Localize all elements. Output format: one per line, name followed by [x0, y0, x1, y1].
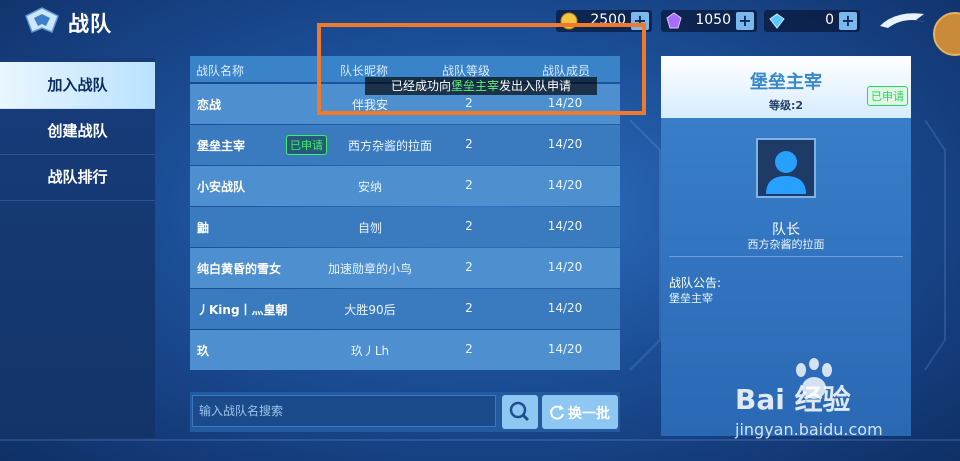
diamond-counter: 0 + [764, 10, 860, 32]
members-cell: 14/20 [547, 342, 583, 356]
team-name-cell: 鼬 [197, 221, 210, 235]
table-row[interactable]: 丿King丨灬皇朝 大胜90后 2 14/20 [190, 289, 620, 329]
page-title: 战队 [68, 12, 112, 36]
team-search-input[interactable]: 输入战队名搜索 [192, 395, 496, 427]
leader-name: 西方杂酱的拉面 [747, 238, 825, 251]
user-silhouette-icon [766, 151, 806, 194]
leader-cell: 自刎 [357, 221, 382, 235]
table-row[interactable]: 堡垒主宰 已申请 西方杂酱的拉面 2 14/20 [190, 125, 620, 165]
members-cell: 14/20 [547, 178, 583, 192]
crystal-counter: 1050 + [661, 10, 757, 32]
purple-crystal-icon [666, 12, 682, 29]
crystal-value: 1050 [695, 12, 731, 28]
members-cell: 14/20 [547, 219, 583, 233]
team-name-cell: 玖 [197, 344, 210, 358]
members-cell: 14/20 [547, 260, 583, 274]
team-name-cell: 纯白黄昏的雪女 [197, 262, 282, 276]
team-emblem-icon [25, 7, 59, 33]
diamond-value: 0 [825, 12, 834, 28]
leader-avatar [756, 138, 816, 198]
divider [669, 256, 903, 257]
level-cell: 2 [465, 219, 473, 233]
back-arrow-icon[interactable] [876, 8, 930, 32]
leader-cell: 大胜90后 [344, 303, 396, 317]
team-name-cell: 丿King丨灬皇朝 [197, 303, 288, 317]
team-name-cell: 堡垒主宰 [197, 139, 246, 153]
player-avatar[interactable] [933, 12, 960, 56]
leader-cell: 加速勋章的小鸟 [327, 262, 412, 276]
notice-label: 战队公告: [669, 276, 722, 290]
watermark-url: jingyan.baidu.com [735, 420, 883, 439]
diamond-icon [769, 13, 785, 29]
table-row[interactable]: 纯白黄昏的雪女 加速勋章的小鸟 2 14/20 [190, 248, 620, 288]
baidu-watermark: Bai 经验 jingyan.baidu.com [725, 358, 960, 461]
table-row[interactable]: 小安战队 安纳 2 14/20 [190, 166, 620, 206]
table-row[interactable]: 鼬 自刎 2 14/20 [190, 207, 620, 247]
watermark-main-text: Bai 经验 [735, 383, 851, 416]
level-cell: 2 [465, 178, 473, 192]
team-name-cell: 小安战队 [197, 180, 246, 194]
sidebar-item-join-team[interactable]: 加入战队 [0, 62, 155, 109]
leader-cell: 西方杂酱的拉面 [347, 139, 432, 153]
notice-text: 堡垒主宰 [669, 292, 713, 305]
search-bar: 输入战队名搜索 换一批 [190, 392, 620, 432]
leader-cell: 安纳 [357, 180, 382, 194]
panel-applied-badge: 已申请 [867, 86, 908, 106]
level-cell: 2 [465, 137, 473, 151]
refresh-list-button[interactable]: 换一批 [542, 395, 618, 429]
panel-header: 堡垒主宰 等级:2 已申请 [661, 56, 911, 118]
sidebar-item-team-ranking[interactable]: 战队排行 [0, 154, 155, 201]
team-name-cell: 恋战 [197, 98, 222, 112]
refresh-label: 换一批 [568, 406, 610, 422]
refresh-icon [550, 405, 564, 420]
sidebar: 加入战队 创建战队 战队排行 [0, 58, 155, 438]
column-header-team-name: 战队名称 [196, 64, 245, 78]
level-cell: 2 [465, 342, 473, 356]
sidebar-item-create-team[interactable]: 创建战队 [0, 108, 155, 155]
add-diamond-button[interactable]: + [839, 12, 857, 30]
leader-cell: 玖丿Lh [350, 344, 390, 358]
table-row[interactable]: 玖 玖丿Lh 2 14/20 [190, 330, 620, 370]
members-cell: 14/20 [547, 137, 583, 151]
search-button[interactable] [502, 395, 538, 429]
level-cell: 2 [465, 260, 473, 274]
add-crystal-button[interactable]: + [736, 12, 754, 30]
annotation-highlight-box [317, 23, 646, 115]
search-icon [509, 401, 530, 422]
members-cell: 14/20 [547, 301, 583, 315]
level-cell: 2 [465, 301, 473, 315]
